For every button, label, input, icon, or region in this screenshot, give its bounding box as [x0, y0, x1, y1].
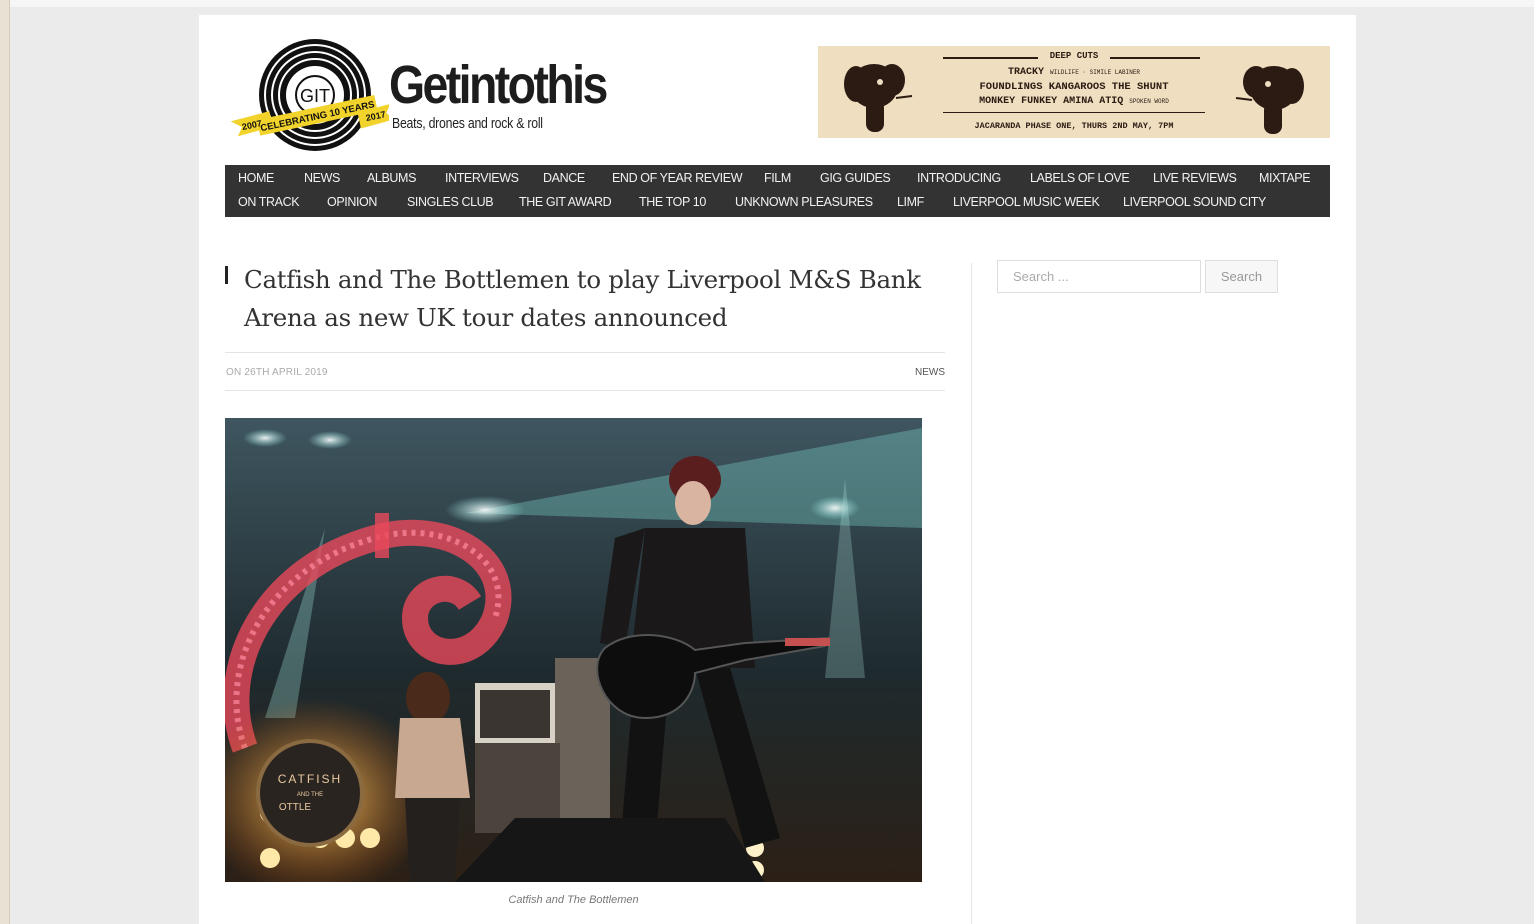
content-sidebar-divider	[971, 263, 972, 924]
advert-banner[interactable]: DEEP CUTS TRACKY WILDLIFE · SIMILE LABIN…	[818, 46, 1330, 138]
nav-item-on-track[interactable]: ON TRACK	[238, 195, 300, 209]
nav-item-labels-of-love[interactable]: LABELS OF LOVE	[1030, 171, 1130, 185]
article-featured-image[interactable]: CATFISH AND THE OTTLE	[225, 418, 922, 882]
banner-line-3: MONKEY FUNKEY AMINA ATIQ SPOKEN WORD	[818, 96, 1330, 107]
search-button[interactable]: Search	[1205, 260, 1278, 293]
nav-item-limf[interactable]: LIMF	[897, 195, 924, 209]
image-caption: Catfish and The Bottlemen	[508, 894, 639, 906]
nav-item-interviews[interactable]: INTERVIEWS	[445, 171, 519, 185]
stage-drum-text: CATFISH	[278, 772, 342, 786]
nav-item-mixtape[interactable]: MIXTAPE	[1259, 171, 1311, 185]
title-accent-bar	[225, 266, 228, 284]
banner-headliner: TRACKY	[1007, 67, 1044, 78]
banner-footer: JACARANDA PHASE ONE, THURS 2ND MAY, 7PM	[974, 121, 1174, 131]
banner-header: DEEP CUTS	[1049, 51, 1099, 61]
stage-drum-text-2: AND THE	[297, 792, 323, 798]
amplifier-stack-icon	[475, 658, 610, 833]
nav-item-singles-club[interactable]: SINGLES CLUB	[407, 195, 494, 209]
nav-item-unknown-pleasures[interactable]: UNKNOWN PLEASURES	[735, 195, 873, 209]
nav-item-liverpool-music-week[interactable]: LIVERPOOL MUSIC WEEK	[953, 195, 1100, 209]
meta-rule-top	[225, 352, 945, 353]
nav-item-opinion[interactable]: OPINION	[327, 195, 377, 209]
meta-rule-bottom	[225, 390, 945, 391]
article-title: Catfish and The Bottlemen to play Liverp…	[244, 265, 921, 332]
nav-item-liverpool-sound-city[interactable]: LIVERPOOL SOUND CITY	[1123, 195, 1266, 209]
nav-item-gig-guides[interactable]: GIG GUIDES	[820, 171, 891, 185]
nav-item-the-top-10[interactable]: THE TOP 10	[639, 195, 706, 209]
article-category-link[interactable]: NEWS	[915, 367, 945, 378]
nav-item-news[interactable]: NEWS	[304, 171, 340, 185]
search-input[interactable]	[997, 260, 1201, 293]
nav-item-live-reviews[interactable]: LIVE REVIEWS	[1153, 171, 1237, 185]
bass-drum-icon: CATFISH AND THE OTTLE	[256, 739, 364, 847]
banner-rule-bottom	[943, 112, 1205, 113]
window-top-band	[10, 0, 1534, 7]
site-logo[interactable]: GIT 2007 CELEBRATING 10 YEARS 2017	[229, 35, 389, 157]
nav-item-the-git-award[interactable]: THE GIT AWARD	[519, 195, 612, 209]
nav-item-home[interactable]: HOME	[238, 171, 274, 185]
stage-drum-text-3: OTTLE	[279, 802, 312, 813]
logo-initials: GIT	[300, 86, 330, 106]
main-navigation: HOME NEWS ALBUMS INTERVIEWS DANCE END OF…	[225, 165, 1330, 217]
nav-item-end-of-year-review[interactable]: END OF YEAR REVIEW	[612, 171, 742, 185]
site-tagline: Beats, drones and rock & roll	[392, 115, 543, 132]
nav-item-dance[interactable]: DANCE	[543, 171, 585, 185]
banner-acts-3: MONKEY FUNKEY AMINA ATIQ	[979, 96, 1124, 107]
banner-support-3: SPOKEN WORD	[1129, 98, 1169, 105]
banner-line-1: TRACKY WILDLIFE · SIMILE LABINER	[818, 67, 1330, 78]
site-title[interactable]: Getintothis	[389, 55, 608, 115]
page-container: GIT 2007 CELEBRATING 10 YEARS 2017 Getin…	[199, 15, 1356, 924]
nav-item-introducing[interactable]: INTRODUCING	[917, 171, 1001, 185]
nav-item-albums[interactable]: ALBUMS	[367, 171, 416, 185]
nav-item-film[interactable]: FILM	[764, 171, 791, 185]
article-date: ON 26TH APRIL 2019	[226, 367, 328, 378]
window-left-edge	[0, 0, 10, 924]
banner-support-1: WILDLIFE · SIMILE LABINER	[1050, 69, 1141, 76]
banner-line-2: FOUNDLINGS KANGAROOS THE SHUNT	[979, 81, 1169, 93]
